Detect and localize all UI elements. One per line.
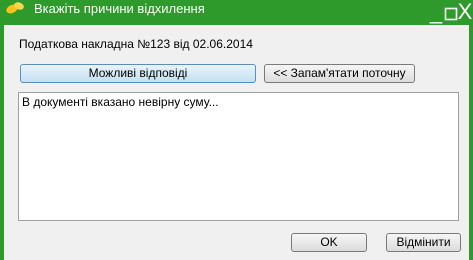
document-label: Податкова накладна №123 від 02.06.2014 bbox=[19, 37, 253, 51]
minimize-icon[interactable]: _ bbox=[428, 0, 444, 24]
window-frame-left bbox=[0, 25, 4, 260]
maximize-icon[interactable] bbox=[444, 0, 458, 24]
reason-textarea[interactable]: В документі вказано невірну суму... bbox=[18, 92, 459, 221]
window-title: Вкажіть причини відхилення bbox=[34, 1, 205, 16]
title-bar[interactable]: Вкажіть причини відхилення _ X bbox=[0, 0, 473, 25]
ok-button[interactable]: OK bbox=[291, 233, 367, 252]
window-frame-right bbox=[469, 25, 473, 260]
rejection-reason-dialog: Вкажіть причини відхилення _ X Податкова… bbox=[0, 0, 473, 260]
close-icon[interactable]: X bbox=[457, 0, 473, 24]
cancel-button[interactable]: Відмінити bbox=[386, 233, 461, 252]
leaf-icon bbox=[5, 1, 25, 15]
possible-answers-button[interactable]: Можливі відповіді bbox=[20, 64, 256, 83]
remember-current-button[interactable]: << Запам'ятати поточну bbox=[264, 64, 415, 83]
